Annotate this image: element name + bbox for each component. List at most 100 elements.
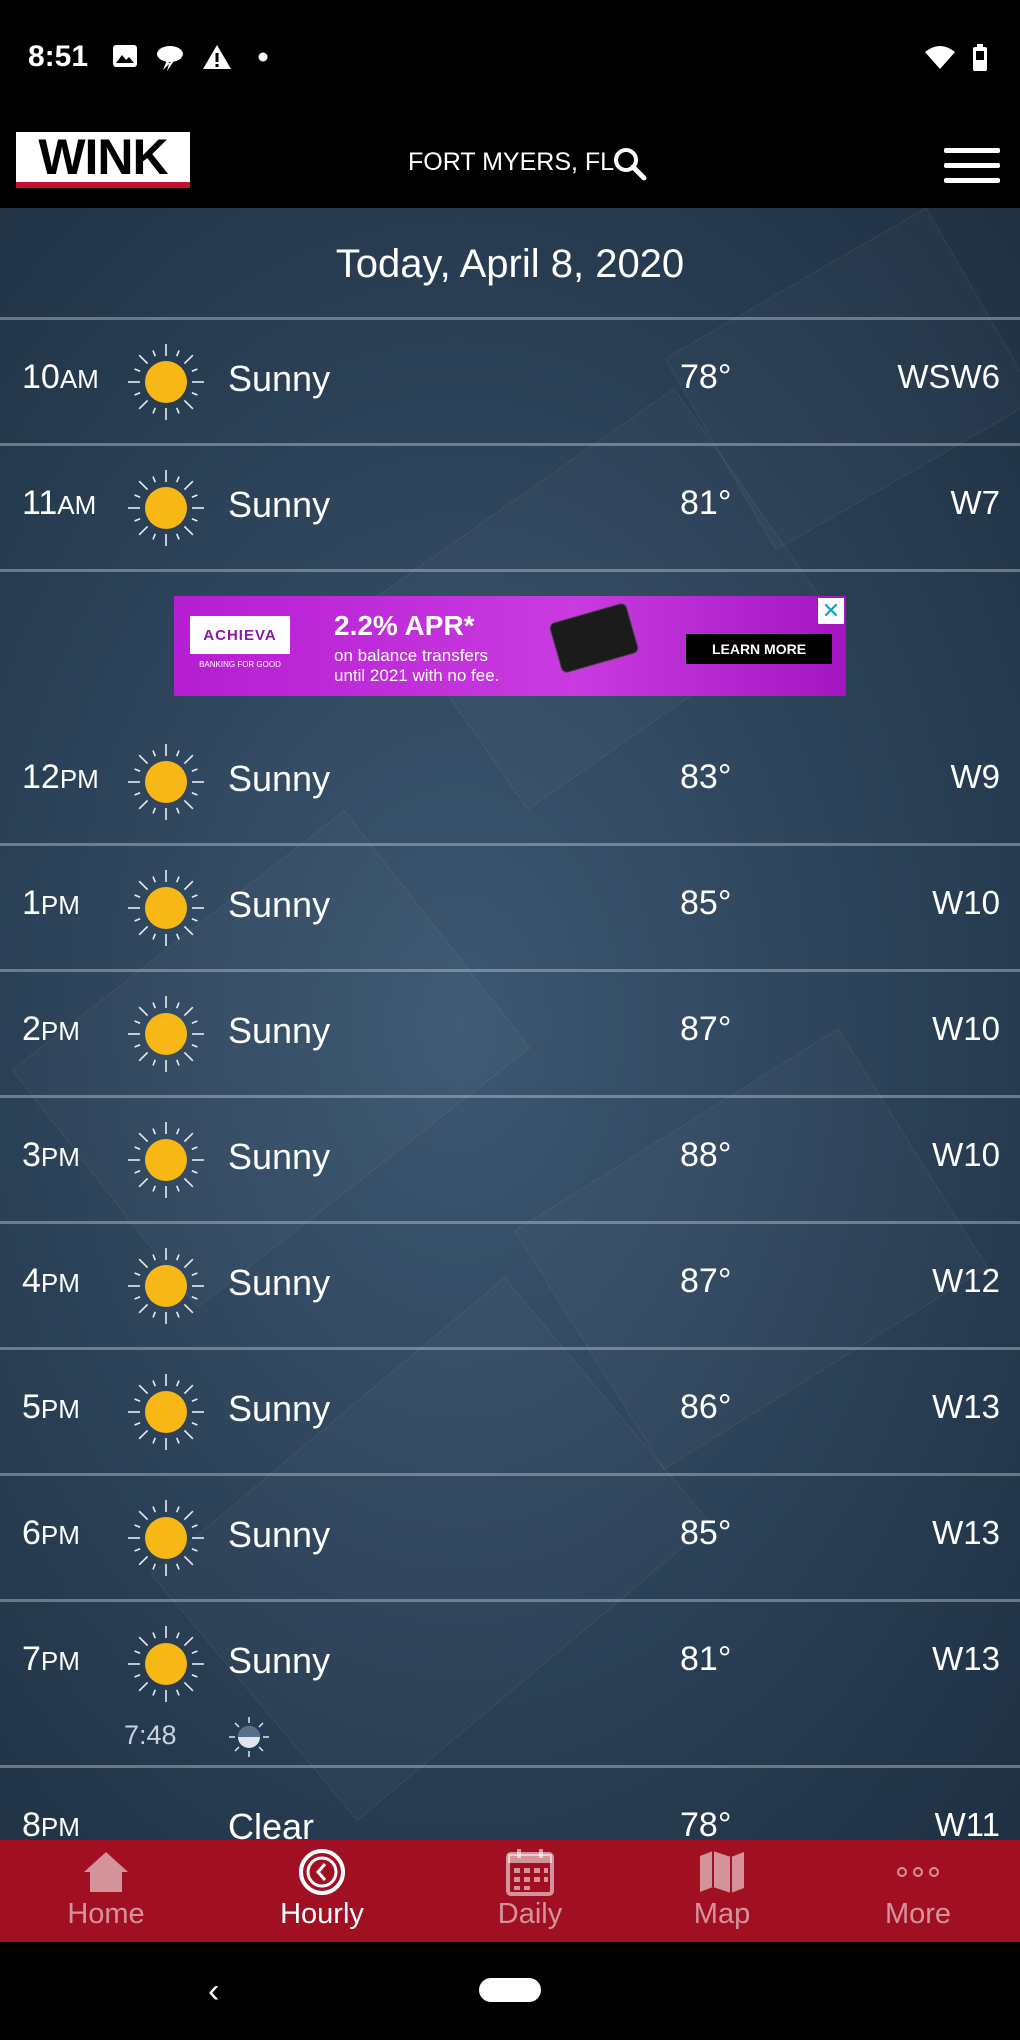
row-wind: W7 (950, 484, 1001, 521)
row-wind: W9 (950, 758, 1001, 795)
sun-icon (126, 742, 206, 827)
hourly-row[interactable]: 1PM Sunny 85° W10 (0, 846, 1020, 972)
row-condition: Sunny (228, 358, 331, 399)
row-time: 6PM (22, 1514, 80, 1553)
nav-more[interactable]: More (828, 1840, 1008, 1942)
row-hour: 1 (22, 884, 41, 922)
row-time: 11AM (22, 484, 96, 523)
hourly-forecast-panel[interactable]: Today, April 8, 2020 10AM Sunny 78° WSW6 11A… (0, 208, 1020, 1840)
row-temperature: 78° (680, 1806, 732, 1840)
clock-icon (299, 1849, 345, 1895)
row-temperature: 88° (680, 1136, 732, 1174)
row-condition: Sunny (228, 1010, 331, 1051)
location-label[interactable]: FORT MYERS, FL (408, 148, 614, 177)
date-header: Today, April 8, 2020 (0, 208, 1020, 320)
row-period: PM (40, 1142, 80, 1172)
warning-notification-icon (203, 45, 231, 69)
nav-map[interactable]: Map (632, 1840, 812, 1942)
nav-daily[interactable]: Daily (440, 1840, 620, 1942)
battery-icon (973, 44, 987, 71)
row-condition: Sunny (228, 1514, 331, 1555)
row-condition: Sunny (228, 484, 331, 525)
ad-close-icon[interactable]: ✕ (818, 598, 844, 624)
hourly-row[interactable]: 12PM Sunny 83° W9 (0, 720, 1020, 846)
sun-icon (126, 342, 206, 427)
hourly-row[interactable]: 11AM Sunny 81° W7 (0, 446, 1020, 572)
advertisement-banner[interactable]: ACHIEVA BANKING FOR GOOD 2.2% APR* on ba… (174, 596, 846, 696)
row-hour: 2 (22, 1010, 41, 1048)
hourly-row[interactable]: 10AM Sunny 78° WSW6 (0, 320, 1020, 446)
row-condition: Clear (228, 1806, 315, 1840)
row-wind: W13 (932, 1514, 1000, 1551)
hourly-row[interactable]: 2PM Sunny 87° W10 (0, 972, 1020, 1098)
row-time: 2PM (22, 1010, 80, 1049)
row-period: PM (40, 890, 80, 920)
dot-icon (258, 52, 268, 62)
hourly-row[interactable]: 4PM Sunny 87° W12 (0, 1224, 1020, 1350)
nav-home[interactable]: Home (16, 1840, 196, 1942)
image-notification-icon (113, 45, 137, 67)
hourly-row[interactable]: 3PM Sunny 88° W10 (0, 1098, 1020, 1224)
hourly-row[interactable]: 5PM Sunny 86° W13 (0, 1350, 1020, 1476)
row-hour: 8 (22, 1806, 41, 1840)
row-condition: Sunny (228, 884, 331, 925)
row-period: PM (40, 1016, 80, 1046)
sun-icon (126, 468, 206, 553)
ad-line-1: on balance transfers (334, 646, 489, 665)
home-pill-button[interactable] (479, 1978, 541, 2002)
hourly-row[interactable]: 6PM Sunny 85° W13 (0, 1476, 1020, 1602)
row-temperature: 78° (680, 358, 732, 396)
row-hour: 5 (22, 1388, 41, 1426)
hamburger-menu-icon[interactable] (944, 148, 1000, 184)
wink-logo[interactable]: WINK (16, 132, 190, 188)
nav-hourly-label: Hourly (280, 1898, 364, 1930)
bottom-navigation: Home Hourly Daily Map More (0, 1840, 1020, 1942)
map-icon (700, 1851, 744, 1893)
back-chevron-icon[interactable]: ‹ (208, 1972, 219, 2011)
row-temperature: 81° (680, 1640, 732, 1678)
row-time: 10AM (22, 358, 99, 397)
row-condition: Sunny (228, 1136, 331, 1177)
row-hour: 6 (22, 1514, 41, 1552)
row-period: PM (40, 1812, 80, 1840)
row-temperature: 85° (680, 884, 732, 922)
ad-headline: 2.2% APR* (334, 610, 475, 641)
sun-icon (126, 1498, 206, 1583)
ad-brand-logo: ACHIEVA (190, 616, 290, 654)
row-temperature: 85° (680, 1514, 732, 1552)
row-wind: W10 (932, 1136, 1000, 1173)
row-period: PM (59, 764, 99, 794)
sun-icon (126, 1372, 206, 1457)
storm-notification-icon (157, 46, 183, 71)
home-icon (84, 1852, 128, 1892)
row-temperature: 81° (680, 484, 732, 522)
ad-tagline: BANKING FOR GOOD (199, 660, 281, 669)
nav-map-label: Map (693, 1898, 751, 1930)
search-icon[interactable] (612, 146, 648, 182)
sun-icon (126, 994, 206, 1079)
sunset-time: 7:48 (124, 1720, 177, 1750)
row-time: 5PM (22, 1388, 80, 1427)
row-temperature: 87° (680, 1262, 732, 1300)
nav-more-label: More (884, 1898, 952, 1930)
row-hour: 10 (22, 358, 60, 396)
more-icon (897, 1867, 939, 1877)
hourly-row[interactable]: 8PM Clear 78° W11 (0, 1768, 1020, 1840)
row-time: 7PM (22, 1640, 80, 1679)
row-wind: W13 (932, 1640, 1000, 1677)
row-wind: W10 (932, 884, 1000, 921)
row-period: AM (59, 364, 99, 394)
credit-card-image (548, 601, 640, 675)
nav-hourly[interactable]: Hourly (232, 1840, 412, 1942)
sunset-icon (229, 1717, 269, 1757)
row-period: PM (40, 1646, 80, 1676)
row-time: 8PM (22, 1806, 80, 1840)
status-time: 8:51 (28, 40, 89, 73)
sun-icon (126, 1120, 206, 1205)
sun-icon (126, 1246, 206, 1331)
ad-line-2: until 2021 with no fee. (334, 666, 500, 685)
ad-learn-more-button[interactable]: LEARN MORE (686, 634, 832, 664)
row-hour: 7 (22, 1640, 41, 1678)
row-hour: 4 (22, 1262, 41, 1300)
row-time: 1PM (22, 884, 80, 923)
